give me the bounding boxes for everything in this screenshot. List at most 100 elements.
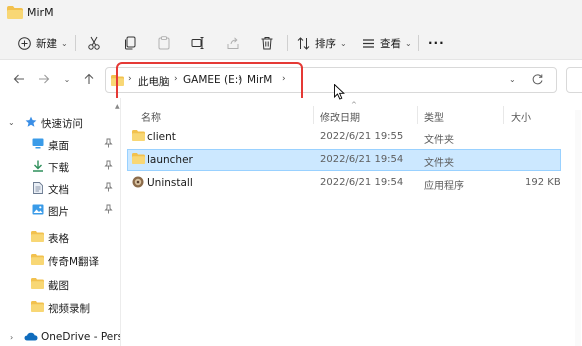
- sort-button[interactable]: 排序 ⌄: [297, 33, 347, 53]
- mouse-cursor-icon: [334, 84, 345, 100]
- chevron-down-icon: ⌄: [405, 38, 412, 48]
- scroll-up-icon[interactable]: ▲: [115, 103, 120, 110]
- new-label: 新建: [36, 37, 57, 50]
- more-icon: ···: [428, 36, 445, 50]
- column-divider[interactable]: [417, 106, 418, 124]
- search-input[interactable]: [566, 67, 582, 93]
- recent-locations-button[interactable]: ⌄: [60, 72, 74, 86]
- sidebar-item-label: 表格: [48, 233, 69, 245]
- copy-button[interactable]: [123, 33, 137, 53]
- pin-icon: [104, 138, 113, 148]
- pin-icon: [104, 204, 113, 214]
- column-divider[interactable]: [313, 106, 314, 124]
- table-row[interactable]: Uninstall 2022/6/21 19:54 应用程序 192 KB: [127, 172, 561, 194]
- chevron-right-icon[interactable]: ›: [10, 333, 13, 342]
- file-modified: 2022/6/21 19:54: [320, 177, 404, 188]
- chevron-down-icon: ⌄: [61, 38, 68, 48]
- pin-icon: [104, 160, 113, 170]
- column-header-name[interactable]: 名称: [141, 109, 161, 124]
- pictures-icon: [32, 204, 44, 215]
- column-header-type[interactable]: 类型: [424, 109, 444, 124]
- cut-button[interactable]: [87, 33, 101, 53]
- view-button[interactable]: 查看 ⌄: [362, 33, 412, 53]
- desktop-icon: [32, 138, 44, 149]
- sidebar-item-label: 下载: [48, 162, 69, 174]
- arrow-up-icon: [84, 73, 94, 84]
- folder-icon: [31, 301, 44, 312]
- paste-icon: [158, 36, 170, 50]
- delete-button[interactable]: [260, 33, 274, 53]
- sidebar-item-label: 传奇M翻译: [48, 256, 100, 268]
- file-size: 192 KB: [525, 177, 561, 188]
- sort-icon: [297, 36, 310, 50]
- sidebar-item-screenshots[interactable]: 截图: [0, 273, 120, 295]
- sidebar-item-label: 视频录制: [48, 303, 90, 315]
- file-type: 文件夹: [424, 135, 454, 146]
- sidebar-item-tables[interactable]: 表格: [0, 226, 120, 248]
- file-name: Uninstall: [147, 177, 193, 189]
- forward-button[interactable]: [37, 72, 51, 86]
- file-list: ^ 名称 修改日期 类型 大小 client 2022/6/21 19:55 文…: [121, 98, 582, 346]
- sidebar-item-desktop[interactable]: 桌面: [0, 133, 120, 155]
- file-modified: 2022/6/21 19:55: [320, 131, 404, 142]
- scrollbar[interactable]: [575, 110, 581, 346]
- back-button[interactable]: [12, 72, 26, 86]
- file-name: launcher: [147, 154, 193, 166]
- column-header-size[interactable]: 大小: [511, 109, 531, 124]
- file-type: 文件夹: [424, 158, 454, 169]
- chevron-down-icon: ⌄: [63, 74, 71, 84]
- view-list-icon: [363, 38, 374, 48]
- sort-caret-icon: ^: [351, 101, 357, 109]
- file-modified: 2022/6/21 19:54: [320, 154, 404, 165]
- toolbar-divider: [75, 35, 76, 51]
- table-row[interactable]: client 2022/6/21 19:55 文件夹: [127, 126, 561, 148]
- table-row[interactable]: launcher 2022/6/21 19:54 文件夹: [127, 149, 561, 171]
- column-divider[interactable]: [503, 106, 504, 124]
- star-icon: [25, 116, 37, 127]
- sort-label: 排序: [315, 37, 336, 50]
- folder-icon: [132, 153, 145, 164]
- file-name: client: [147, 131, 176, 143]
- view-label: 查看: [380, 37, 401, 50]
- sidebar-item-label: 桌面: [48, 140, 69, 152]
- uninstall-app-icon: [132, 176, 144, 188]
- sidebar-item-downloads[interactable]: 下载: [0, 155, 120, 177]
- share-icon: [227, 37, 239, 49]
- toolbar-divider: [287, 35, 288, 51]
- more-button[interactable]: ···: [428, 33, 445, 53]
- rename-icon: [191, 37, 204, 49]
- paste-button[interactable]: [157, 33, 171, 53]
- chevron-down-icon[interactable]: ⌄: [8, 118, 15, 127]
- up-button[interactable]: [82, 72, 96, 86]
- column-header-modified[interactable]: 修改日期: [320, 109, 360, 124]
- refresh-icon[interactable]: [531, 73, 544, 86]
- arrow-right-icon: [39, 74, 50, 84]
- arrow-left-icon: [13, 74, 24, 84]
- scissors-icon: [88, 36, 100, 50]
- sidebar-item-pictures[interactable]: 图片: [0, 199, 120, 221]
- share-button[interactable]: [226, 33, 240, 53]
- window-title: MirM: [27, 6, 54, 19]
- trash-icon: [261, 37, 273, 50]
- new-button[interactable]: 新建 ⌄: [18, 33, 68, 53]
- folder-icon: [132, 130, 145, 141]
- sidebar-item-onedrive[interactable]: › OneDrive - Persor: [0, 326, 134, 346]
- cloud-icon: [24, 332, 38, 341]
- chevron-down-icon: ⌄: [340, 38, 347, 48]
- folder-icon: [31, 278, 44, 289]
- file-type: 应用程序: [424, 181, 464, 192]
- chevron-down-icon[interactable]: ⌄: [509, 75, 516, 84]
- sidebar-item-video-recording[interactable]: 视频录制: [0, 296, 120, 318]
- folder-icon: [7, 6, 23, 19]
- rename-button[interactable]: [191, 33, 205, 53]
- sidebar-item-label: 截图: [48, 280, 69, 292]
- sidebar-item-mirm-translation[interactable]: 传奇M翻译: [0, 249, 120, 271]
- folder-icon: [31, 231, 44, 242]
- pin-icon: [104, 182, 113, 192]
- document-icon: [33, 182, 43, 194]
- sidebar-item-label: 图片: [48, 206, 69, 218]
- sidebar-item-quick-access[interactable]: ⌄ 快速访问: [0, 111, 120, 133]
- sidebar-item-label: 快速访问: [41, 118, 83, 130]
- navigation-pane: ⌄ 快速访问 桌面 下载 文档 图片 表格 传奇M翻译 截图 视频录制 › On…: [0, 98, 134, 346]
- sidebar-item-documents[interactable]: 文档: [0, 177, 120, 199]
